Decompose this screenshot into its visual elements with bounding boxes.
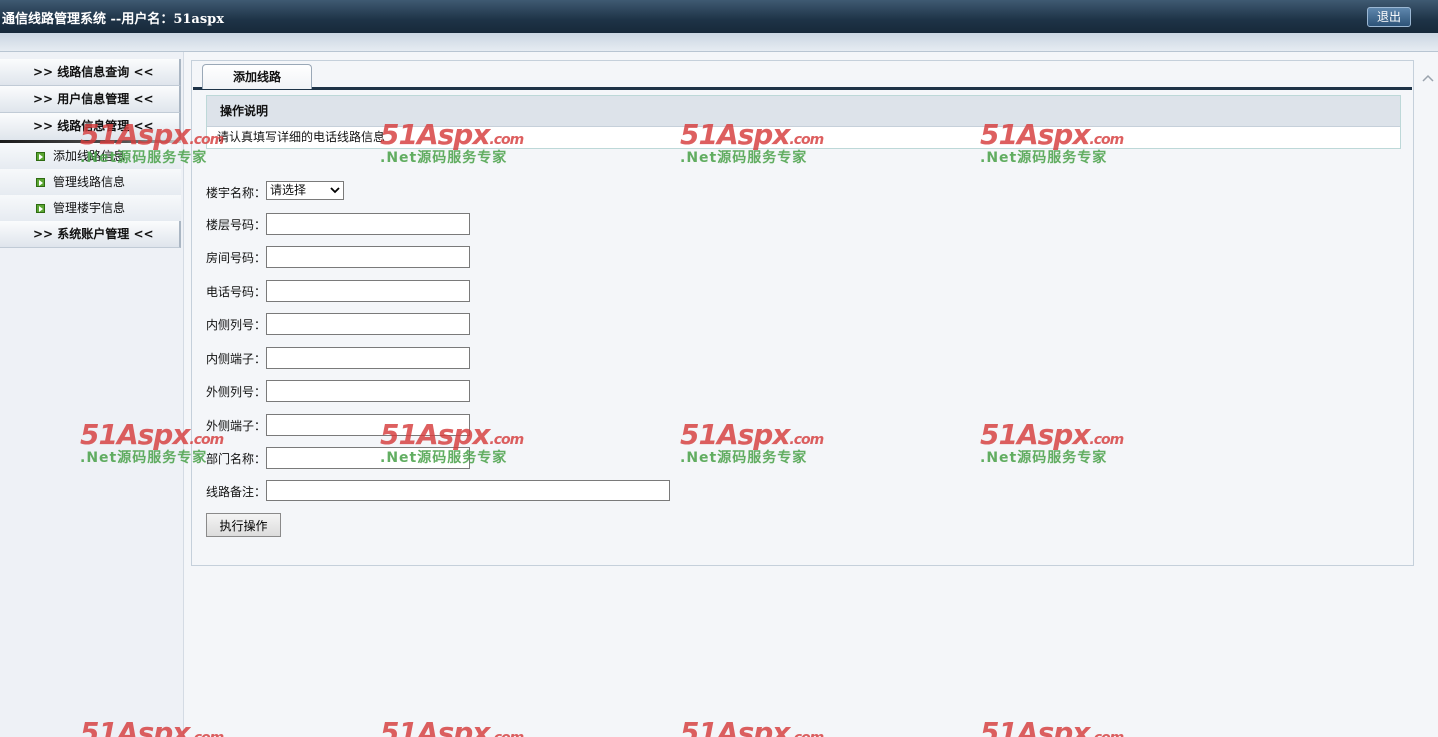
sidebar-item-user-management[interactable]: >> 用户信息管理 << — [0, 86, 181, 113]
scroll-up-icon[interactable] — [1421, 72, 1435, 86]
room-input[interactable] — [266, 246, 470, 268]
instructions-text: 请认真填写详细的电话线路信息 — [217, 130, 386, 144]
phone-label: 电话号码： — [206, 285, 267, 299]
sidebar-subitem-label: 管理楼宇信息 — [53, 201, 126, 215]
arrow-bullet-icon — [36, 204, 45, 213]
inner-column-input[interactable] — [266, 313, 470, 335]
sidebar-item-line-query[interactable]: >> 线路信息查询 << — [0, 59, 181, 86]
floor-label: 楼层号码： — [206, 218, 267, 232]
sidebar-subitem-label: 添加线路信息 — [53, 149, 126, 163]
inner-terminal-input[interactable] — [266, 347, 470, 369]
execute-button[interactable]: 执行操作 — [206, 513, 281, 537]
outer-terminal-label: 外侧端子： — [206, 419, 267, 433]
app-title: 通信线路管理系统 --用户名：51aspx — [2, 12, 224, 27]
outer-terminal-input[interactable] — [266, 414, 470, 436]
scrollbar[interactable] — [1418, 60, 1438, 570]
inner-column-label: 内侧列号： — [206, 318, 267, 332]
outer-column-input[interactable] — [266, 380, 470, 402]
tab-underline — [193, 87, 1412, 90]
floor-input[interactable] — [266, 213, 470, 235]
sidebar-item-line-management[interactable]: >> 线路信息管理 << — [0, 113, 181, 140]
sidebar-subitem-manage-lines[interactable]: 管理线路信息 — [0, 169, 181, 195]
watermark: 51Aspx.com — [680, 716, 824, 737]
arrow-bullet-icon — [36, 178, 45, 187]
header-subbar — [0, 33, 1438, 52]
sidebar-subitem-manage-buildings[interactable]: 管理楼宇信息 — [0, 195, 181, 221]
remark-label: 线路备注： — [206, 485, 267, 499]
instructions-box: 操作说明 请认真填写详细的电话线路信息 — [206, 95, 1401, 149]
instructions-title: 操作说明 — [207, 96, 1400, 127]
building-select-value: 请选择 — [270, 183, 307, 197]
outer-column-label: 外侧列号： — [206, 385, 267, 399]
tab-add-line[interactable]: 添加线路 — [202, 64, 312, 89]
department-input[interactable] — [266, 447, 470, 469]
sidebar-item-account-management[interactable]: >> 系统账户管理 << — [0, 221, 181, 248]
sidebar: >> 线路信息查询 << >> 用户信息管理 << >> 线路信息管理 << 添… — [0, 52, 184, 737]
watermark: 51Aspx.com — [980, 716, 1124, 737]
phone-input[interactable] — [266, 280, 470, 302]
remark-input[interactable] — [266, 480, 670, 501]
watermark: 51Aspx.com — [380, 716, 524, 737]
chevron-down-icon — [330, 187, 340, 194]
top-header: 通信线路管理系统 --用户名：51aspx 退出 — [0, 0, 1438, 33]
inner-terminal-label: 内侧端子： — [206, 352, 267, 366]
sidebar-subitem-add-line[interactable]: 添加线路信息 — [0, 143, 181, 169]
main-panel: 添加线路 操作说明 请认真填写详细的电话线路信息 楼宇名称： 请选择 楼层号码：… — [191, 60, 1414, 566]
room-label: 房间号码： — [206, 251, 267, 265]
building-label: 楼宇名称： — [206, 186, 267, 200]
sidebar-menu: >> 线路信息查询 << >> 用户信息管理 << >> 线路信息管理 << 添… — [0, 59, 181, 248]
logout-button[interactable]: 退出 — [1367, 7, 1411, 27]
arrow-bullet-icon — [36, 152, 45, 161]
department-label: 部门名称： — [206, 452, 267, 466]
sidebar-subitem-label: 管理线路信息 — [53, 175, 126, 189]
building-select[interactable]: 请选择 — [266, 181, 344, 200]
